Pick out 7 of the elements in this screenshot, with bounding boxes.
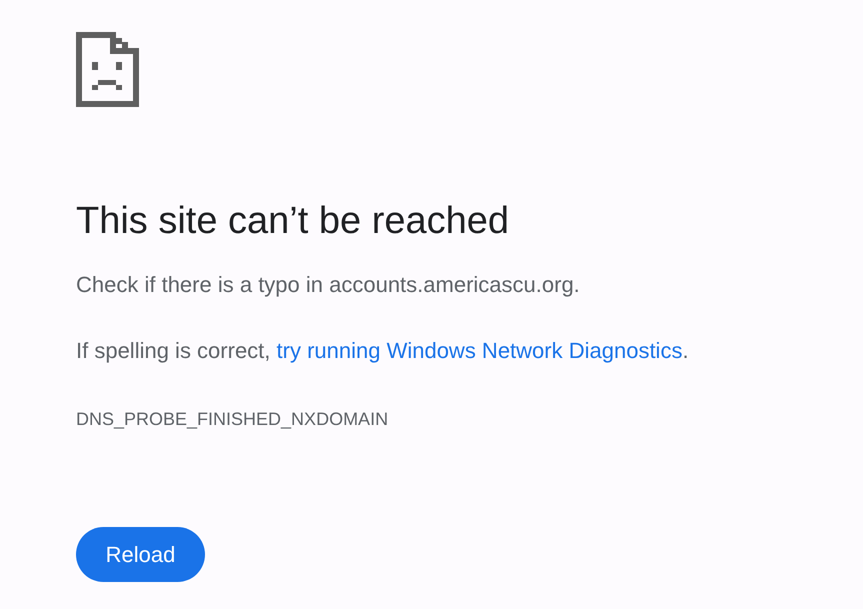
error-code: DNS_PROBE_FINISHED_NXDOMAIN xyxy=(76,408,390,431)
sad-page-icon xyxy=(76,32,139,107)
typo-message: Check if there is a typo in accounts.americascu.org. xyxy=(76,271,581,299)
diagnostics-link[interactable]: try running Windows Network Diagnostics xyxy=(276,338,682,363)
page-heading: This site can’t be reached xyxy=(76,199,510,244)
suggestion-text: If spelling is correct, try running Windows Network Diagnostics. xyxy=(76,337,690,365)
reload-button[interactable]: Reload xyxy=(76,527,205,582)
